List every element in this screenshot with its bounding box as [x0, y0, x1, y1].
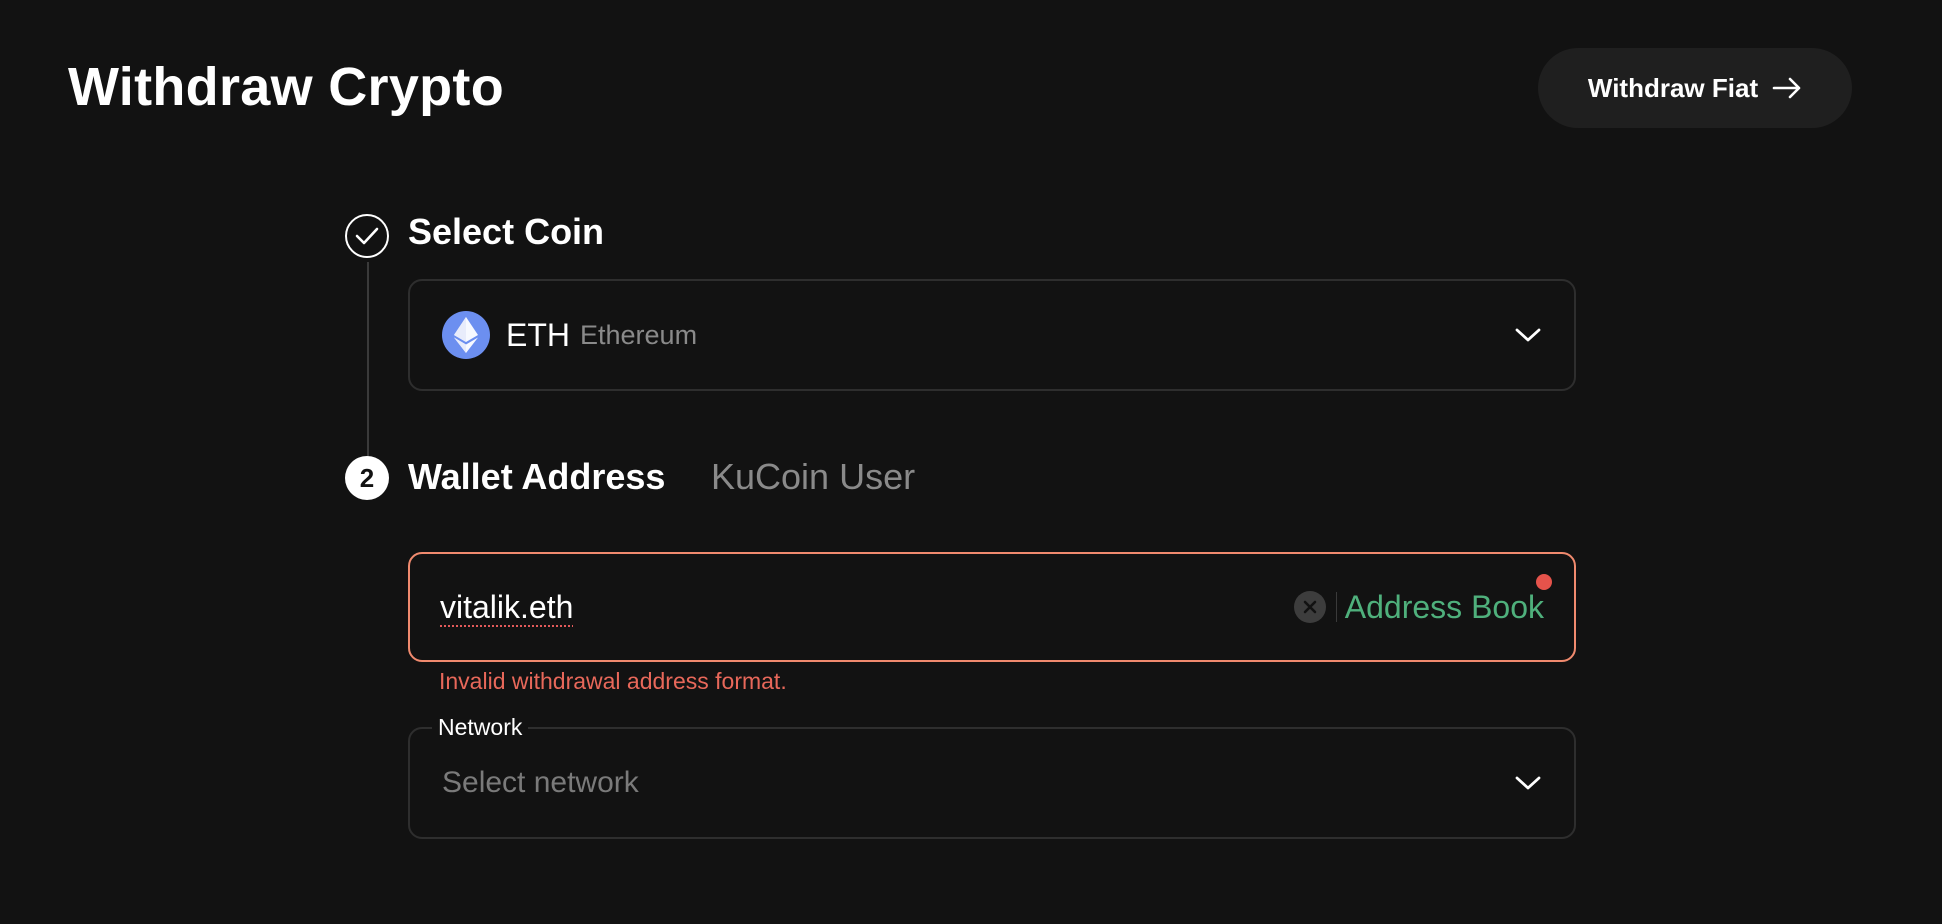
step-connector-line	[367, 262, 369, 458]
wallet-address-input[interactable]: vitalik.eth Address Book	[408, 552, 1576, 662]
check-icon	[355, 227, 379, 245]
step2-indicator: 2	[345, 456, 389, 500]
coin-select-dropdown[interactable]: ETH Ethereum	[408, 279, 1576, 391]
address-error-message: Invalid withdrawal address format.	[439, 668, 787, 694]
coin-name: Ethereum	[580, 319, 698, 350]
input-divider	[1335, 592, 1337, 622]
ethereum-icon	[442, 311, 490, 359]
network-placeholder: Select network	[442, 766, 639, 799]
tab-wallet-address[interactable]: Wallet Address	[408, 455, 665, 499]
clear-address-button[interactable]	[1293, 591, 1326, 623]
chevron-down-icon	[1515, 776, 1541, 790]
withdraw-fiat-label: Withdraw Fiat	[1587, 72, 1759, 103]
arrow-right-icon	[1772, 77, 1801, 99]
withdraw-fiat-button[interactable]: Withdraw Fiat	[1538, 48, 1852, 128]
wallet-address-value[interactable]: vitalik.eth	[440, 589, 573, 626]
close-icon	[1303, 600, 1317, 614]
step1-title: Select Coin	[408, 211, 605, 252]
chevron-down-icon	[1515, 328, 1541, 342]
tab-kucoin-user[interactable]: KuCoin User	[711, 455, 915, 499]
network-label: Network	[432, 713, 529, 741]
network-select-dropdown[interactable]: Select network	[408, 727, 1576, 839]
notification-dot	[1536, 574, 1552, 590]
coin-symbol: ETH	[506, 316, 570, 353]
page-title: Withdraw Crypto	[68, 57, 504, 117]
step1-complete-indicator	[345, 214, 389, 258]
address-book-button[interactable]: Address Book	[1345, 589, 1544, 626]
